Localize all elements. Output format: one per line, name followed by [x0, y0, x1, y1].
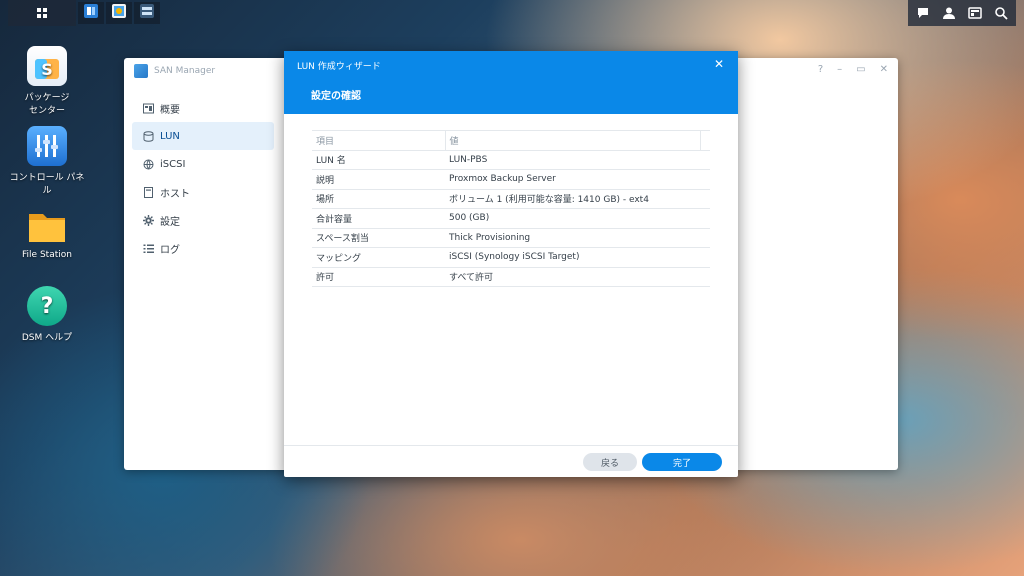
sidebar-item-overview[interactable]: 概要	[132, 94, 274, 122]
table-row: 許可 すべて許可	[312, 267, 710, 287]
folder-icon	[27, 206, 67, 246]
sidebar-item-log[interactable]: ログ	[132, 234, 274, 262]
close-icon[interactable]: ✕	[714, 57, 724, 71]
host-icon	[142, 186, 154, 198]
sidebar-item-label: iSCSI	[160, 158, 186, 170]
lun-wizard-dialog: LUN 作成ウィザード ✕ 設定の確認 項目 値 LUN 名 LUN-PBS 説…	[284, 51, 738, 477]
database-icon	[142, 130, 154, 142]
storage-app-icon	[139, 3, 155, 23]
search-icon[interactable]	[990, 2, 1012, 24]
list-icon	[142, 242, 154, 254]
globe-icon	[142, 158, 154, 170]
file-station-label: File Station	[22, 250, 72, 260]
table-row: 場所 ボリューム 1 (利用可能な容量: 1410 GB) - ext4	[312, 189, 710, 209]
grid-icon	[36, 4, 48, 23]
table-header-row: 項目 値	[312, 130, 710, 151]
help-button[interactable]: ?	[818, 64, 823, 75]
column-header-item: 項目	[312, 130, 446, 151]
gear-icon	[142, 214, 154, 226]
summary-table: 項目 値 LUN 名 LUN-PBS 説明 Proxmox Backup Ser…	[312, 130, 710, 287]
image-app-icon	[111, 3, 127, 23]
sidebar-item-lun[interactable]: LUN	[132, 122, 274, 150]
sidebar-item-label: 概要	[160, 104, 180, 116]
row-value: Thick Provisioning	[445, 228, 710, 248]
package-center-icon: S	[27, 46, 67, 86]
chat-icon[interactable]	[912, 2, 934, 24]
column-header-spacer	[700, 130, 710, 151]
column-header-value: 値	[445, 130, 701, 151]
window-controls: ? – ▭ ✕	[818, 64, 888, 75]
san-manager-icon	[134, 64, 148, 78]
table-row: マッピング iSCSI (Synology iSCSI Target)	[312, 247, 710, 268]
help-icon: ?	[27, 286, 67, 326]
sidebar-item-host[interactable]: ホスト	[132, 178, 274, 206]
sidebar-item-label: ホスト	[160, 188, 190, 200]
sidebar-item-settings[interactable]: 設定	[132, 206, 274, 234]
san-title: SAN Manager	[154, 66, 216, 76]
wizard-title: LUN 作成ウィザード	[297, 62, 381, 72]
svg-text:S: S	[41, 60, 53, 79]
taskbar-san-manager[interactable]	[78, 2, 104, 24]
row-value: ボリューム 1 (利用可能な容量: 1410 GB) - ext4	[445, 189, 710, 209]
sidebar-item-label: 設定	[160, 216, 180, 228]
finish-button[interactable]: 完了	[642, 453, 722, 471]
row-key: LUN 名	[312, 150, 445, 170]
overview-icon	[142, 102, 154, 114]
desktop-control-panel[interactable]: コントロール パネル	[7, 126, 87, 196]
wizard-step-title: 設定の確認	[311, 91, 361, 102]
taskbar-image-app[interactable]	[106, 2, 132, 24]
dsm-help-label: DSM ヘルプ	[21, 333, 73, 343]
user-icon[interactable]	[938, 2, 960, 24]
row-value: Proxmox Backup Server	[445, 169, 710, 190]
sidebar-item-iscsi[interactable]: iSCSI	[132, 150, 274, 178]
maximize-button[interactable]: ▭	[856, 64, 865, 75]
row-key: 合計容量	[312, 208, 445, 229]
row-key: 説明	[312, 169, 445, 190]
package-center-label: パッケージ センター	[24, 93, 70, 116]
table-row: LUN 名 LUN-PBS	[312, 150, 710, 170]
main-menu-button[interactable]	[8, 0, 76, 26]
widgets-icon[interactable]	[964, 2, 986, 24]
control-panel-label: コントロール パネル	[9, 173, 85, 196]
wizard-header: LUN 作成ウィザード ✕ 設定の確認	[284, 51, 738, 114]
row-value: すべて許可	[445, 267, 710, 287]
back-button[interactable]: 戻る	[583, 453, 637, 471]
sidebar-item-label: LUN	[160, 130, 180, 142]
row-key: マッピング	[312, 247, 445, 268]
row-key: 場所	[312, 189, 445, 209]
table-row: 合計容量 500 (GB)	[312, 208, 710, 229]
row-key: スペース割当	[312, 228, 445, 248]
desktop-package-center[interactable]: S パッケージ センター	[7, 46, 87, 116]
close-button[interactable]: ✕	[880, 64, 888, 75]
wizard-footer: 戻る 完了	[284, 445, 738, 477]
row-value: 500 (GB)	[445, 208, 710, 229]
taskbar-left	[8, 0, 160, 26]
row-key: 許可	[312, 267, 445, 287]
control-panel-icon	[27, 126, 67, 166]
sidebar-item-label: ログ	[160, 244, 180, 256]
san-sidebar: 概要 LUN iSCSI ホスト 設定 ログ	[132, 94, 274, 262]
desktop-dsm-help[interactable]: ? DSM ヘルプ	[7, 286, 87, 343]
table-row: スペース割当 Thick Provisioning	[312, 228, 710, 248]
taskbar-storage-app[interactable]	[134, 2, 160, 24]
table-row: 説明 Proxmox Backup Server	[312, 169, 710, 190]
minimize-button[interactable]: –	[837, 64, 842, 75]
row-value: iSCSI (Synology iSCSI Target)	[445, 247, 710, 268]
san-manager-icon	[83, 3, 99, 23]
desktop-file-station[interactable]: File Station	[7, 206, 87, 260]
taskbar-right	[908, 0, 1016, 26]
row-value: LUN-PBS	[445, 150, 710, 170]
